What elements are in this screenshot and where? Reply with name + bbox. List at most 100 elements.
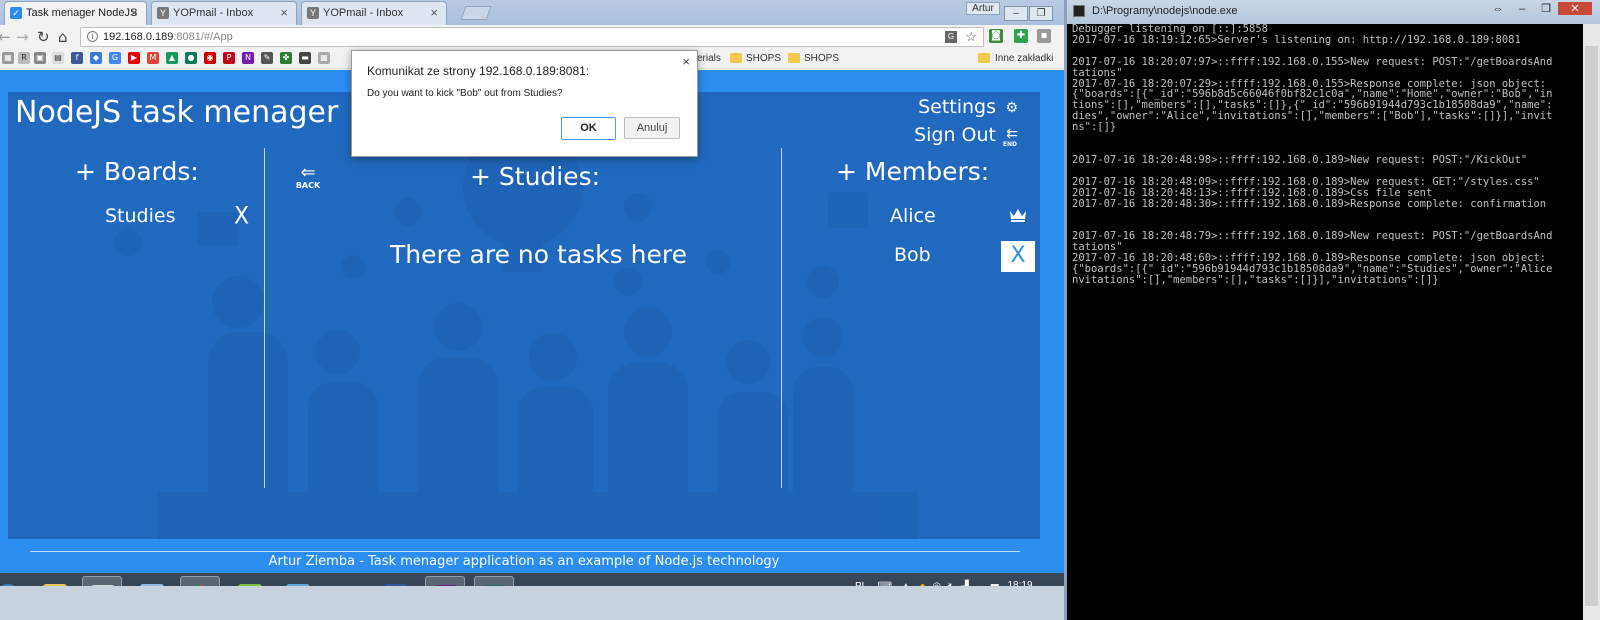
other-bookmarks[interactable]: Inne zakładki: [995, 53, 1053, 64]
profile-badge[interactable]: Artur: [966, 2, 1000, 15]
bookmark-label[interactable]: erials: [697, 53, 721, 64]
cancel-button[interactable]: Anuluj: [624, 117, 680, 139]
tab-close-icon[interactable]: ×: [430, 5, 438, 20]
board-item-studies[interactable]: Studies: [105, 205, 175, 227]
restore-icon[interactable]: ❐: [1534, 2, 1558, 15]
start-button[interactable]: ⊞: [0, 576, 28, 586]
tab-close-icon[interactable]: ×: [130, 5, 138, 20]
bookmark-icon[interactable]: ▤: [52, 52, 64, 64]
bookmark-icon[interactable]: ▣: [34, 52, 46, 64]
bookmark-icon[interactable]: ●: [185, 52, 197, 64]
bookmark-icon[interactable]: ▬: [299, 52, 311, 64]
resize-icon[interactable]: ⇔: [1486, 3, 1510, 15]
console-window-controls: ⇔ ‒ ❐ ✕: [1486, 2, 1592, 15]
bookmark-icon[interactable]: ▦: [318, 52, 330, 64]
calculator-icon: ▦: [140, 584, 164, 586]
folder-icon: [730, 53, 742, 63]
taskbar-calculator[interactable]: ▦: [132, 576, 172, 586]
restore-icon[interactable]: ❐: [1029, 6, 1053, 21]
home-icon[interactable]: ⌂: [58, 28, 68, 46]
bookmark-icon[interactable]: ◆: [90, 52, 102, 64]
translate-icon[interactable]: G: [945, 31, 957, 43]
youtube-icon[interactable]: ▶: [128, 52, 140, 64]
taskbar-clock[interactable]: 18:19 2017-07-16: [988, 578, 1052, 586]
extension-icon[interactable]: ✚: [1014, 29, 1028, 43]
extension-icon[interactable]: ▪: [1037, 29, 1051, 43]
taskbar-visual-studio[interactable]: ⋈: [425, 576, 465, 586]
reload-icon[interactable]: ↻: [37, 28, 50, 46]
members-header[interactable]: + Members:: [836, 157, 989, 186]
show-hidden-icons-icon[interactable]: ▲: [901, 581, 911, 586]
sign-out-icon[interactable]: ⇇: [1006, 126, 1018, 142]
info-icon[interactable]: i: [87, 31, 98, 42]
onenote-icon[interactable]: N: [242, 52, 254, 64]
tab-yopmail-2[interactable]: Y YOPmail - Inbox ×: [301, 1, 447, 25]
close-window-icon[interactable]: ✕: [1558, 2, 1592, 15]
console-line: 2017-07-16 18:19:12:65>Server's listenin…: [1072, 33, 1521, 46]
new-tab-button[interactable]: [460, 6, 492, 20]
bookmark-folder-shops[interactable]: SHOPS: [804, 53, 839, 64]
back-arrow-icon[interactable]: ←: [0, 28, 11, 46]
bookmark-icon[interactable]: R: [18, 52, 30, 64]
board-header[interactable]: + Studies:: [470, 162, 600, 191]
minimize-icon[interactable]: ‒: [1510, 3, 1534, 15]
member-item-alice: Alice: [890, 205, 936, 227]
google-icon[interactable]: G: [109, 52, 121, 64]
apps-icon[interactable]: ▦: [2, 52, 14, 64]
pinterest-icon[interactable]: P: [223, 52, 235, 64]
ok-button[interactable]: OK: [561, 117, 616, 140]
settings-label: Settings: [918, 96, 996, 118]
browser-window: ✓ Task menager NodeJS × Y YOPmail - Inbo…: [0, 0, 1084, 586]
back-button[interactable]: ⇐ BACK: [294, 164, 322, 191]
tray-app-icon[interactable]: ◎: [932, 581, 941, 586]
volume-muted-icon[interactable]: 🔇︎: [948, 581, 954, 586]
bookmark-folder-shops[interactable]: SHOPS: [746, 53, 781, 64]
taskbar-explorer[interactable]: ▭: [35, 576, 75, 586]
sign-out-link[interactable]: Sign Out: [914, 124, 996, 146]
drive-icon[interactable]: ▲: [166, 52, 178, 64]
tab-close-icon[interactable]: ×: [280, 5, 288, 20]
facebook-icon[interactable]: f: [71, 52, 83, 64]
chrome-icon: [189, 585, 213, 586]
console-line: 2017-07-16 18:20:48:13>::ffff:192.168.0.…: [1072, 186, 1433, 199]
forward-arrow-icon[interactable]: →: [16, 28, 29, 46]
extension-icon[interactable]: ◙: [989, 29, 1003, 43]
taskbar-word[interactable]: W: [376, 576, 416, 586]
console-window: D:\Programy\nodejs\node.exe ⇔ ‒ ❐ ✕ Debugge…: [1064, 0, 1600, 620]
address-bar[interactable]: i 192.168.0.189:8081/#/App G ☆: [80, 27, 984, 47]
gmail-icon[interactable]: M: [147, 52, 159, 64]
bookmark-icon[interactable]: ✎: [261, 52, 273, 64]
settings-link[interactable]: Settings: [918, 96, 996, 118]
tab-title: YOPmail - Inbox: [173, 7, 254, 19]
gear-icon[interactable]: ⚙: [1005, 100, 1018, 116]
dialog-close-icon[interactable]: ×: [682, 54, 690, 69]
remove-board-button[interactable]: X: [234, 203, 249, 231]
network-icon[interactable]: ▟: [961, 581, 969, 586]
taskbar-app[interactable]: ◆: [278, 576, 318, 586]
bookmark-icon[interactable]: ◉: [204, 52, 216, 64]
footer-divider: [30, 551, 1020, 552]
tab-yopmail-1[interactable]: Y YOPmail - Inbox ×: [151, 1, 297, 25]
taskbar-ie[interactable]: e: [328, 576, 368, 587]
tab-title: Task menager NodeJS: [26, 7, 138, 19]
language-indicator[interactable]: PL: [855, 581, 867, 586]
bookmark-star-icon[interactable]: ☆: [965, 29, 977, 45]
paint-icon: ✎: [91, 585, 115, 586]
console-scrollbar[interactable]: [1583, 24, 1600, 620]
taskbar-chrome[interactable]: [180, 576, 220, 586]
sign-out-icon-caption: END: [1002, 141, 1017, 148]
taskbar-notepad[interactable]: ✓: [230, 576, 270, 586]
boards-header[interactable]: + Boards:: [75, 157, 199, 186]
bookmark-icon[interactable]: ✤: [280, 52, 292, 64]
kick-member-button[interactable]: X: [1001, 241, 1035, 272]
taskbar-paint[interactable]: ✎: [82, 576, 122, 586]
taskbar-console[interactable]: ▣: [474, 576, 514, 586]
member-item-bob: Bob: [894, 244, 931, 266]
console-line: 2017-07-16 18:20:48:98>::ffff:192.168.0.…: [1072, 153, 1528, 166]
tray-app-icon[interactable]: ●: [920, 581, 926, 586]
scrollbar-thumb[interactable]: [1585, 46, 1598, 606]
keyboard-icon[interactable]: ⌨: [878, 581, 892, 586]
tab-task-menager[interactable]: ✓ Task menager NodeJS ×: [4, 1, 147, 25]
minimize-icon[interactable]: ‒: [1004, 6, 1028, 21]
taskbar: ⊞ ▭ ✎ ▦ ✓ ◆ e W: [0, 573, 1084, 586]
